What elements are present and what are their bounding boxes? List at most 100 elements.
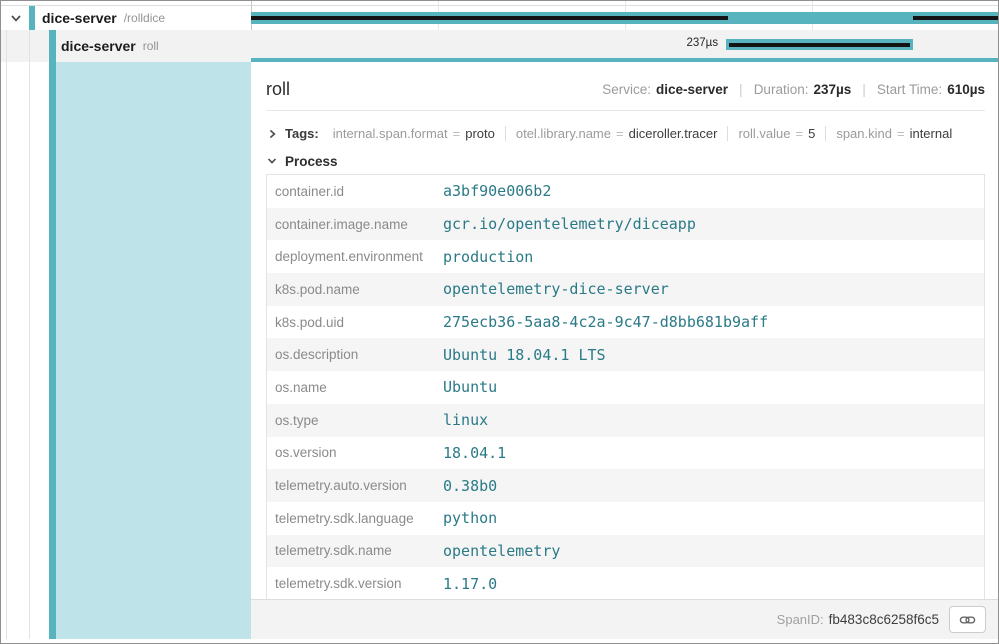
table-row: telemetry.sdk.name opentelemetry <box>267 535 984 568</box>
tag-value: proto <box>465 126 495 141</box>
tags-accordion[interactable]: Tags: internal.span.format = proto otel.… <box>266 120 985 147</box>
span-operation-name: /rolldice <box>124 11 165 25</box>
span-id-value: fb483c8c6258f6c5 <box>829 612 939 627</box>
tag-key: span.kind <box>836 126 892 141</box>
detail-header: roll Service: dice-server | Duration: 23… <box>266 76 985 102</box>
span-service-name: dice-server <box>61 38 136 54</box>
tag-equals: = <box>897 126 905 141</box>
tag-value: diceroller.tracer <box>629 126 718 141</box>
tag-equals: = <box>453 126 461 141</box>
service-value: dice-server <box>656 82 728 97</box>
tag-key: internal.span.format <box>333 126 448 141</box>
jaeger-trace-view: dice-server /rolldice dice-server roll 2… <box>0 0 999 644</box>
selected-span-accent-bar <box>49 30 56 639</box>
detail-title: roll <box>266 79 290 100</box>
process-value: 0.38b0 <box>443 477 497 495</box>
span-row-rolldice[interactable]: dice-server /rolldice <box>1 6 251 30</box>
table-row: os.name Ubuntu <box>267 371 984 404</box>
span-self-time-segment <box>251 16 728 20</box>
span-detail-panel: roll Service: dice-server | Duration: 23… <box>251 62 998 639</box>
process-key: deployment.environment <box>267 249 443 264</box>
table-row: os.type linux <box>267 404 984 437</box>
table-row: os.description Ubuntu 18.04.1 LTS <box>267 338 984 371</box>
process-value: 275ecb36-5aa8-4c2a-9c47-d8bb681b9aff <box>443 313 768 331</box>
tag-equals: = <box>796 126 804 141</box>
duration-value: 237µs <box>813 82 851 97</box>
process-key: k8s.pod.uid <box>267 315 443 330</box>
table-row: k8s.pod.name opentelemetry-dice-server <box>267 273 984 306</box>
span-self-time-segment <box>729 43 910 47</box>
chevron-right-icon[interactable] <box>266 128 278 140</box>
detail-footer: SpanID: fb483c8c6258f6c5 <box>251 599 998 639</box>
process-key: telemetry.auto.version <box>267 478 443 493</box>
child-span-duration-label: 237µs <box>251 37 726 49</box>
process-value: opentelemetry <box>443 542 560 560</box>
table-row: telemetry.sdk.language python <box>267 502 984 535</box>
tag-equals: = <box>616 126 624 141</box>
service-color-strip <box>29 6 35 30</box>
tag-key: otel.library.name <box>516 126 611 141</box>
chevron-down-icon[interactable] <box>266 155 278 167</box>
tag-value: internal <box>910 126 953 141</box>
process-key: telemetry.sdk.name <box>267 543 443 558</box>
span-operation-name: roll <box>143 39 159 53</box>
span-self-time-segment <box>913 16 998 20</box>
table-row: k8s.pod.uid 275ecb36-5aa8-4c2a-9c47-d8bb… <box>267 306 984 339</box>
table-row: telemetry.sdk.version 1.17.0 <box>267 567 984 600</box>
process-label: Process <box>285 154 338 169</box>
process-key: telemetry.sdk.version <box>267 576 443 591</box>
process-value: linux <box>443 411 488 429</box>
selected-span-highlight <box>56 62 251 639</box>
tag-value: 5 <box>808 126 815 141</box>
span-row-roll-selected[interactable]: dice-server roll <box>1 30 251 62</box>
service-label: Service: <box>602 82 651 97</box>
process-value: gcr.io/opentelemetry/diceapp <box>443 215 696 233</box>
header-divider <box>266 110 985 111</box>
tag-key: roll.value <box>738 126 790 141</box>
chevron-down-icon[interactable] <box>9 11 23 25</box>
tag-item: roll.value = 5 <box>728 126 826 141</box>
process-key: telemetry.sdk.language <box>267 511 443 526</box>
process-key: os.name <box>267 380 443 395</box>
tag-item: span.kind = internal <box>826 126 962 141</box>
process-key: os.version <box>267 445 443 460</box>
table-row: os.version 18.04.1 <box>267 437 984 470</box>
table-row: deployment.environment production <box>267 240 984 273</box>
meta-separator: | <box>739 81 743 97</box>
timeline-row-rolldice[interactable] <box>251 6 998 30</box>
process-value: production <box>443 248 533 266</box>
meta-separator: | <box>862 81 866 97</box>
table-row: container.id a3bf90e006b2 <box>267 175 984 208</box>
span-service-name: dice-server <box>42 10 117 26</box>
process-key: container.id <box>267 184 443 199</box>
process-key: container.image.name <box>267 217 443 232</box>
process-key: os.description <box>267 347 443 362</box>
detail-meta: Service: dice-server | Duration: 237µs |… <box>602 81 985 97</box>
deep-link-button[interactable] <box>949 606 986 633</box>
tag-item: otel.library.name = diceroller.tracer <box>506 126 729 141</box>
indent-guide <box>6 30 7 639</box>
start-time-value: 610µs <box>947 82 985 97</box>
table-row: container.image.name gcr.io/opentelemetr… <box>267 208 984 241</box>
link-icon <box>959 613 976 627</box>
timeline-row-roll[interactable]: 237µs <box>251 30 998 58</box>
table-row: telemetry.auto.version 0.38b0 <box>267 469 984 502</box>
span-id-label: SpanID: <box>777 612 824 627</box>
process-value: opentelemetry-dice-server <box>443 280 669 298</box>
child-span-bar[interactable] <box>726 39 913 50</box>
process-accordion[interactable]: Process <box>266 152 338 170</box>
indent-guide <box>29 30 30 639</box>
start-time-label: Start Time: <box>877 82 942 97</box>
tags-label: Tags: <box>285 126 319 141</box>
process-value: python <box>443 509 497 527</box>
process-value: 18.04.1 <box>443 444 506 462</box>
duration-label: Duration: <box>754 82 809 97</box>
process-value: 1.17.0 <box>443 575 497 593</box>
process-key: k8s.pod.name <box>267 282 443 297</box>
process-key-value-table: container.id a3bf90e006b2 container.imag… <box>266 174 985 601</box>
process-value: Ubuntu 18.04.1 LTS <box>443 346 606 364</box>
process-value: a3bf90e006b2 <box>443 182 551 200</box>
parent-span-bar[interactable] <box>251 12 998 24</box>
process-value: Ubuntu <box>443 378 497 396</box>
process-key: os.type <box>267 413 443 428</box>
